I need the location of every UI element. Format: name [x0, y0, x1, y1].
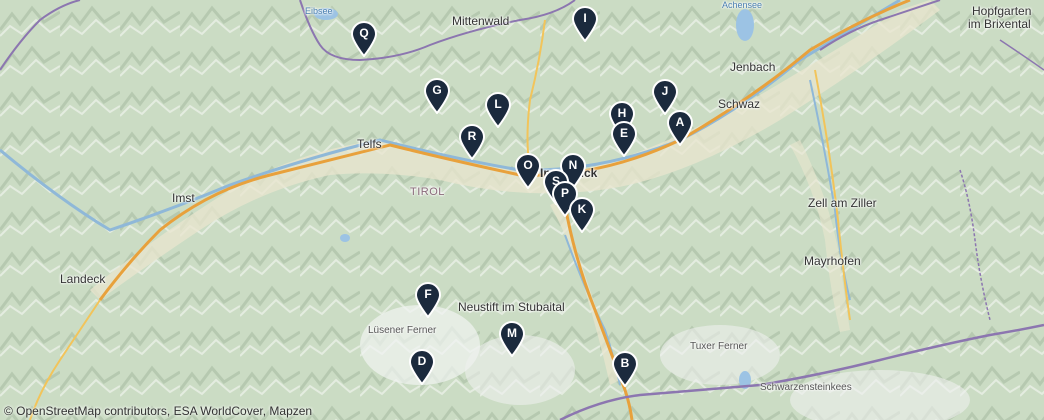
- map-marker-i[interactable]: I: [571, 6, 599, 42]
- place-tuxer-ferner: Tuxer Ferner: [690, 341, 748, 352]
- place-mittenwald: Mittenwald: [452, 14, 510, 28]
- map-attribution[interactable]: © OpenStreetMap contributors, ESA WorldC…: [4, 404, 312, 418]
- map-marker-label: D: [417, 354, 427, 368]
- map-marker-label: Q: [359, 26, 369, 40]
- region-tirol: TIROL: [410, 186, 445, 198]
- map-marker-label: M: [507, 326, 517, 340]
- map-marker-label: G: [432, 83, 442, 97]
- place-hopfgarten: Hopfgarten: [972, 4, 1032, 18]
- map-marker-l[interactable]: L: [484, 92, 512, 128]
- map-marker-k[interactable]: K: [568, 197, 596, 233]
- map-marker-b[interactable]: B: [611, 351, 639, 387]
- place-achensee: Achensee: [722, 0, 763, 10]
- place-luesener-ferner: Lüsener Ferner: [368, 325, 437, 336]
- place-jenbach: Jenbach: [730, 60, 776, 74]
- map-marker-f[interactable]: F: [414, 282, 442, 318]
- map-marker-a[interactable]: A: [666, 110, 694, 146]
- map-marker-m[interactable]: M: [498, 321, 526, 357]
- place-mayrhofen: Mayrhofen: [804, 254, 861, 268]
- map-marker-label: I: [583, 11, 587, 25]
- map-marker-label: J: [661, 84, 669, 98]
- place-telfs: Telfs: [357, 137, 382, 151]
- place-zell-am-ziller: Zell am Ziller: [808, 196, 877, 210]
- map-marker-label: A: [675, 115, 685, 129]
- map-marker-r[interactable]: R: [458, 124, 486, 160]
- map-marker-label: B: [620, 356, 630, 370]
- place-eibsee: Eibsee: [305, 6, 333, 16]
- map-marker-o[interactable]: O: [514, 153, 542, 189]
- map-marker-label: K: [577, 202, 587, 216]
- map-marker-label: E: [619, 126, 628, 140]
- map-marker-label: L: [494, 97, 502, 111]
- place-schwarzensteinkees: Schwarzensteinkees: [760, 382, 852, 393]
- map-canvas[interactable]: Eibsee Mittenwald Achensee Hopfgarten im…: [0, 0, 1044, 420]
- map-marker-e[interactable]: E: [610, 121, 638, 157]
- place-schwaz: Schwaz: [718, 97, 761, 111]
- map-marker-g[interactable]: G: [423, 78, 451, 114]
- map-marker-label: O: [523, 158, 533, 172]
- place-landeck: Landeck: [60, 272, 106, 286]
- map-marker-label: R: [467, 129, 477, 143]
- place-imst: Imst: [172, 191, 195, 205]
- place-brixental: im Brixental: [968, 17, 1031, 31]
- map-marker-q[interactable]: Q: [350, 21, 378, 57]
- map-marker-label: F: [424, 287, 432, 301]
- map-marker-d[interactable]: D: [408, 349, 436, 385]
- map-marker-label: H: [617, 106, 627, 120]
- terrain-layer: [0, 0, 1044, 420]
- place-neustift: Neustift im Stubaital: [458, 300, 565, 314]
